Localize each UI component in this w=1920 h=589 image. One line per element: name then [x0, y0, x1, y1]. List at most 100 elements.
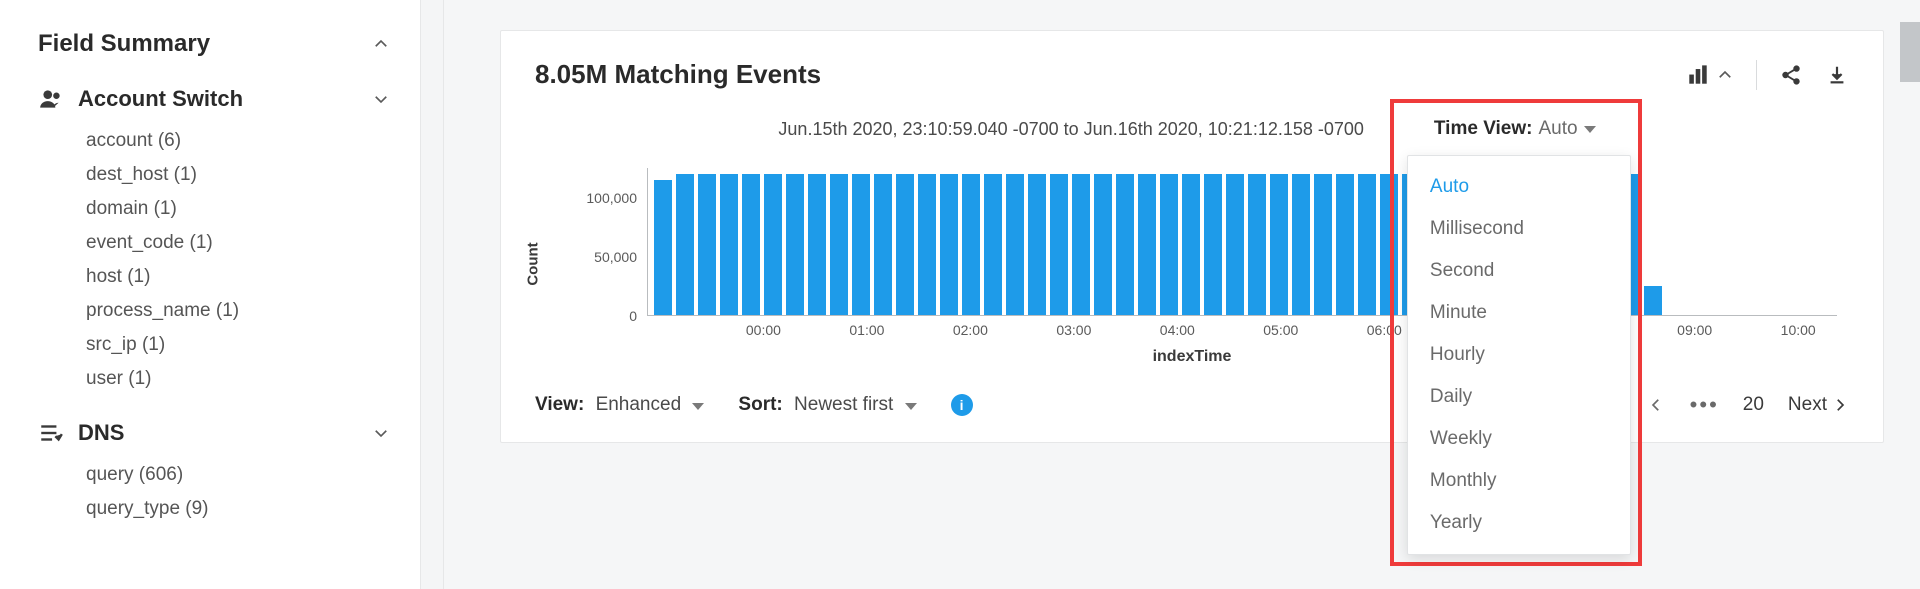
chart-y-tick: 50,000: [594, 249, 637, 265]
time-view-option[interactable]: Second: [1408, 250, 1630, 292]
histogram-bar[interactable]: [1182, 174, 1200, 315]
field-list: query (606)query_type (9): [38, 458, 390, 526]
sort-selector[interactable]: Sort: Newest first: [738, 394, 916, 416]
histogram-bar[interactable]: [940, 174, 958, 315]
share-icon[interactable]: [1779, 63, 1803, 87]
chart-x-axis-label: indexTime: [539, 348, 1845, 366]
histogram-bar[interactable]: [1226, 174, 1244, 315]
time-view-option[interactable]: Daily: [1408, 376, 1630, 418]
chart-y-axis-label: Count: [525, 242, 542, 285]
field-list-item[interactable]: query_type (9): [86, 492, 390, 526]
histogram-bar[interactable]: [1314, 174, 1332, 315]
people-icon: [38, 86, 64, 112]
histogram-bar[interactable]: [1292, 174, 1310, 315]
time-row: Jun.15th 2020, 23:10:59.040 -0700 to Jun…: [535, 112, 1849, 146]
field-list-item[interactable]: host (1): [86, 260, 390, 294]
histogram-bar[interactable]: [1072, 174, 1090, 315]
time-view-option[interactable]: Hourly: [1408, 334, 1630, 376]
histogram-bar[interactable]: [1006, 174, 1024, 315]
sidebar-group-title: DNS: [78, 420, 124, 446]
histogram-bar[interactable]: [764, 174, 782, 315]
time-view-option[interactable]: Yearly: [1408, 502, 1630, 544]
page-size-label[interactable]: 20: [1743, 394, 1764, 416]
chart-toggle[interactable]: [1686, 63, 1734, 87]
field-list-item[interactable]: account (6): [86, 124, 390, 158]
dns-icon: [38, 420, 64, 446]
field-list-item[interactable]: process_name (1): [86, 294, 390, 328]
time-view-option[interactable]: Weekly: [1408, 418, 1630, 460]
histogram-bar[interactable]: [1138, 174, 1156, 315]
histogram-bar[interactable]: [1270, 174, 1288, 315]
chart-x-ticks: 00:0001:0002:0003:0004:0005:0006:0007:00…: [647, 322, 1837, 342]
chart-y-tick: 100,000: [586, 190, 637, 206]
time-view-dropdown[interactable]: AutoMillisecondSecondMinuteHourlyDailyWe…: [1407, 155, 1631, 555]
histogram-bar[interactable]: [742, 174, 760, 315]
panel-footer: View: Enhanced Sort: Newest first i 500 …: [535, 392, 1849, 418]
view-selector[interactable]: View: Enhanced: [535, 394, 704, 416]
time-view-label: Time View:: [1434, 118, 1533, 140]
histogram-bar[interactable]: [1644, 286, 1662, 315]
download-icon[interactable]: [1825, 63, 1849, 87]
histogram-bar[interactable]: [918, 174, 936, 315]
field-list-item[interactable]: dest_host (1): [86, 158, 390, 192]
field-list-item[interactable]: event_code (1): [86, 226, 390, 260]
next-page-button[interactable]: Next: [1788, 394, 1849, 416]
prev-page-button[interactable]: [1646, 395, 1666, 415]
histogram-bar[interactable]: [962, 174, 980, 315]
field-list: account (6)dest_host (1)domain (1)event_…: [38, 124, 390, 396]
histogram-bar[interactable]: [984, 174, 1002, 315]
time-view-option[interactable]: Auto: [1408, 166, 1630, 208]
field-list-item[interactable]: domain (1): [86, 192, 390, 226]
histogram-bar[interactable]: [676, 174, 694, 315]
histogram-bar[interactable]: [1160, 174, 1178, 315]
chart-y-ticks: 050,000100,000: [579, 168, 643, 316]
histogram-chart: Count 050,000100,000 00:0001:0002:0003:0…: [539, 164, 1845, 364]
pager-ellipsis[interactable]: •••: [1690, 392, 1719, 418]
time-view-option[interactable]: Millisecond: [1408, 208, 1630, 250]
chart-x-tick: 02:00: [953, 322, 988, 338]
field-list-item[interactable]: user (1): [86, 362, 390, 396]
field-list-item[interactable]: src_ip (1): [86, 328, 390, 362]
sidebar-group-header[interactable]: DNS: [38, 420, 390, 446]
time-view-dropdown-trigger[interactable]: Time View: Auto: [1424, 112, 1606, 146]
time-view-option[interactable]: Minute: [1408, 292, 1630, 334]
histogram-bar[interactable]: [720, 174, 738, 315]
sidebar-group-header[interactable]: Account Switch: [38, 86, 390, 112]
sidebar-group: Account Switch account (6)dest_host (1)do…: [38, 86, 390, 396]
histogram-bar[interactable]: [1204, 174, 1222, 315]
panel-divider: [420, 0, 444, 589]
histogram-bar[interactable]: [874, 174, 892, 315]
time-view-value: Auto: [1538, 118, 1577, 140]
histogram-bar[interactable]: [698, 174, 716, 315]
chart-plot-area[interactable]: [647, 168, 1837, 316]
info-icon[interactable]: i: [951, 394, 973, 416]
histogram-bar[interactable]: [896, 174, 914, 315]
time-view-option[interactable]: Monthly: [1408, 460, 1630, 502]
bar-chart-icon: [1686, 63, 1710, 87]
chart-x-tick: 09:00: [1677, 322, 1712, 338]
histogram-bar[interactable]: [1358, 174, 1376, 315]
main-area: 8.05M Matching Events: [444, 0, 1920, 589]
chart-x-tick: 10:00: [1781, 322, 1816, 338]
histogram-bar[interactable]: [830, 174, 848, 315]
panel-actions: [1686, 60, 1849, 90]
field-list-item[interactable]: query (606): [86, 458, 390, 492]
histogram-bar[interactable]: [1028, 174, 1046, 315]
panel-top-row: 8.05M Matching Events: [535, 59, 1849, 90]
histogram-bar[interactable]: [1248, 174, 1266, 315]
histogram-bar[interactable]: [1336, 174, 1354, 315]
histogram-bar[interactable]: [852, 174, 870, 315]
field-summary-header[interactable]: Field Summary: [38, 30, 390, 58]
histogram-bar[interactable]: [1380, 174, 1398, 315]
histogram-bar[interactable]: [786, 174, 804, 315]
sidebar-group-title: Account Switch: [78, 86, 243, 112]
field-summary-sidebar: Field Summary Account Switchaccount (6)d…: [0, 0, 420, 589]
histogram-bar[interactable]: [1050, 174, 1068, 315]
caret-down-icon: [1584, 126, 1596, 133]
chart-x-tick: 06:00: [1367, 322, 1402, 338]
histogram-bar[interactable]: [1094, 174, 1112, 315]
histogram-bar[interactable]: [1116, 174, 1134, 315]
histogram-bar[interactable]: [808, 174, 826, 315]
caret-down-icon: [692, 403, 704, 410]
histogram-bar[interactable]: [654, 180, 672, 315]
